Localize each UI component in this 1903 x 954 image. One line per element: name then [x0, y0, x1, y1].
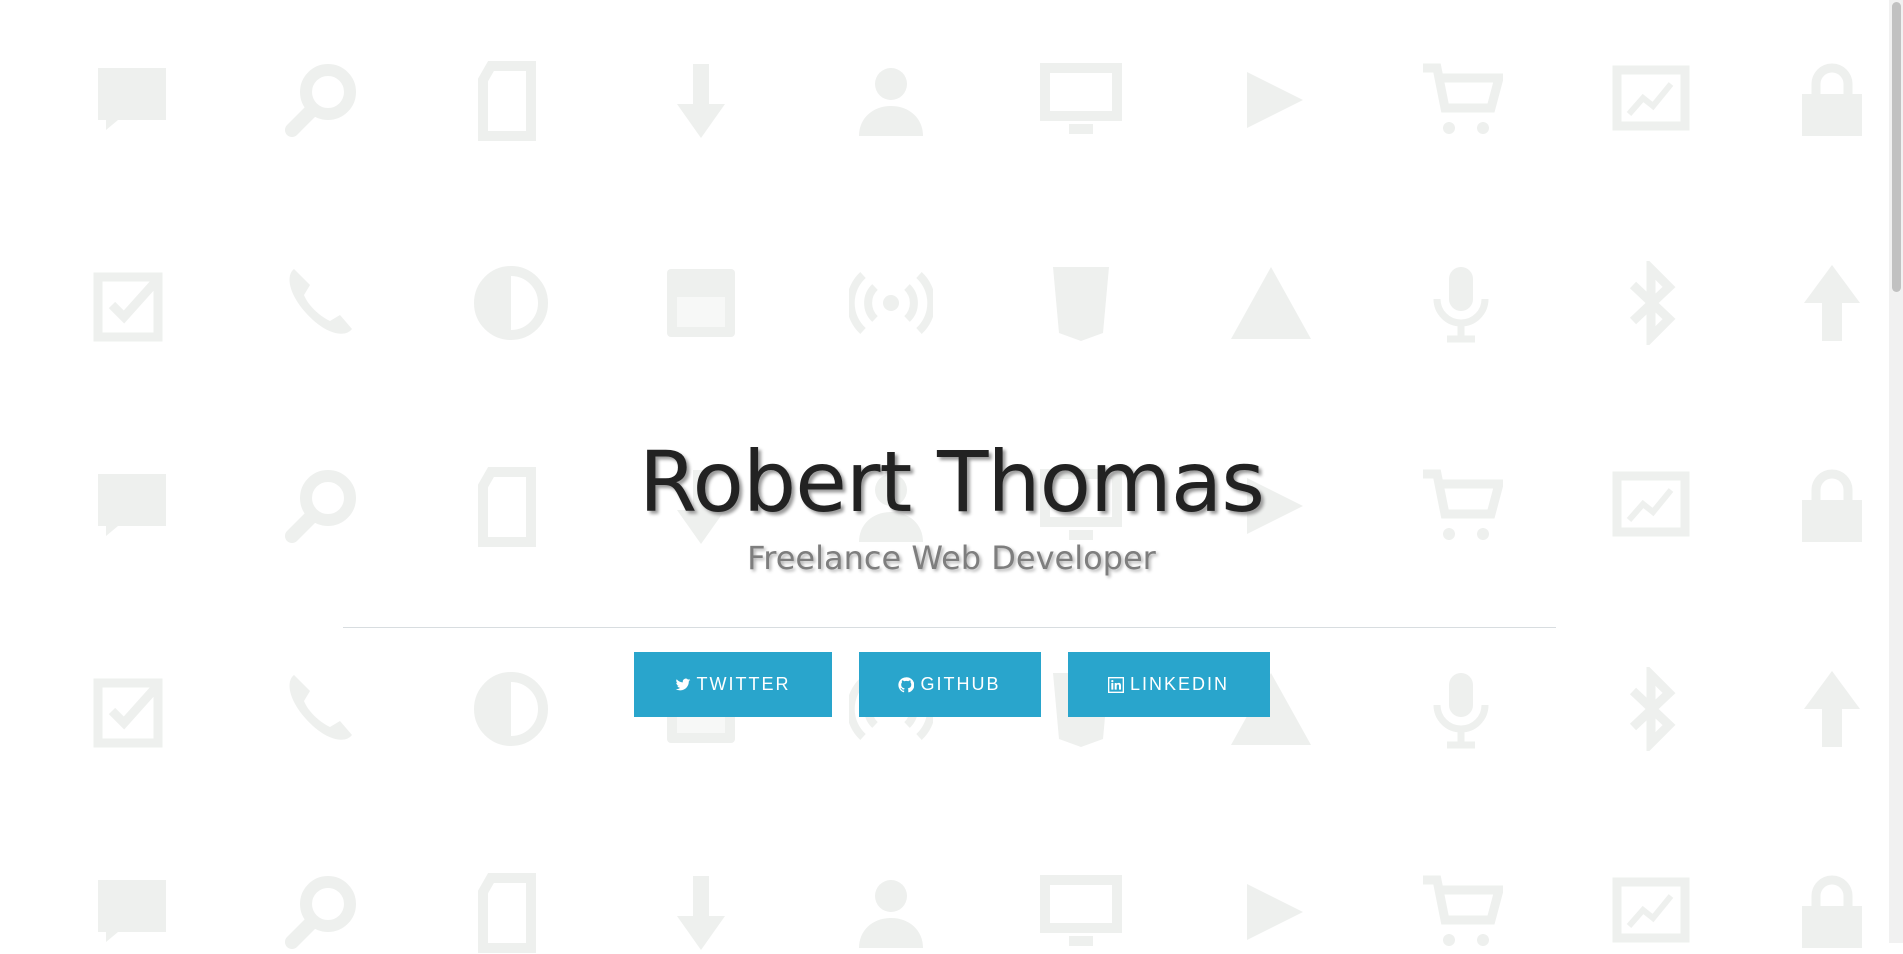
chart-icon [1609, 870, 1693, 954]
arrow-up-icon [1790, 261, 1874, 345]
divider [343, 627, 1556, 628]
scrollbar-thumb[interactable] [1892, 2, 1901, 292]
play-icon [1229, 870, 1313, 954]
comment-icon [90, 870, 174, 954]
warning-icon [1229, 261, 1313, 345]
broadcast-icon [849, 261, 933, 345]
twitter-label: TWITTER [696, 674, 791, 694]
page-title: Robert Thomas [638, 433, 1265, 531]
social-buttons: TWITTER GITHUB LINKEDIN [0, 652, 1903, 717]
html5-icon [1039, 261, 1123, 345]
user-icon [849, 58, 933, 142]
arrow-down-icon [659, 870, 743, 954]
linkedin-icon [1107, 676, 1124, 693]
bluetooth-icon [1609, 261, 1693, 345]
lock-icon [1790, 870, 1874, 954]
chart-icon [1609, 58, 1693, 142]
twitter-button[interactable]: TWITTER [633, 652, 832, 717]
search-icon [280, 870, 364, 954]
lock-icon [1790, 58, 1874, 142]
cart-icon [1419, 870, 1503, 954]
github-icon [898, 676, 915, 692]
contrast-icon [469, 261, 553, 345]
file-icon [469, 58, 553, 142]
calendar-icon [659, 261, 743, 345]
github-button[interactable]: GITHUB [858, 652, 1041, 717]
monitor-icon [1039, 870, 1123, 954]
github-label: GITHUB [920, 674, 1001, 694]
vertical-scrollbar[interactable] [1889, 0, 1903, 943]
hero: Robert Thomas Freelance Web Developer [0, 430, 1903, 578]
twitter-icon [675, 678, 690, 690]
microphone-icon [1419, 261, 1503, 345]
checkbox-edit-icon [90, 261, 174, 345]
linkedin-label: LINKEDIN [1129, 674, 1230, 694]
monitor-icon [1039, 58, 1123, 142]
subtitle: Freelance Web Developer [747, 539, 1156, 577]
cart-icon [1419, 58, 1503, 142]
user-icon [849, 870, 933, 954]
file-icon [469, 870, 553, 954]
linkedin-button[interactable]: LINKEDIN [1067, 652, 1270, 717]
search-icon [280, 58, 364, 142]
play-icon [1229, 58, 1313, 142]
arrow-down-icon [659, 58, 743, 142]
comment-icon [90, 58, 174, 142]
phone-icon [280, 261, 364, 345]
